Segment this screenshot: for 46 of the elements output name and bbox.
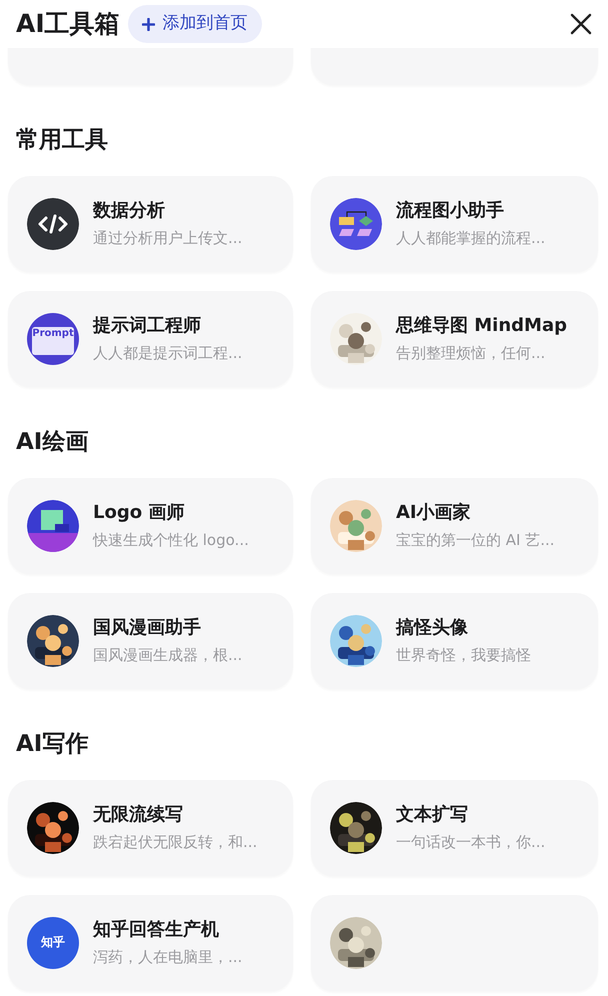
tool-name: 数据分析 xyxy=(93,199,166,223)
tool-description: 宝宝的第一位的 AI 艺... xyxy=(396,530,555,551)
tool-description: 世界奇怪，我要搞怪 xyxy=(396,645,531,666)
tool-card[interactable] xyxy=(311,895,598,991)
tool-card[interactable]: 思维导图 MindMap 告别整理烦恼，任何... xyxy=(311,291,598,387)
code-icon xyxy=(27,198,79,250)
tool-card[interactable]: 搞怪头像 世界奇怪，我要搞怪 xyxy=(311,593,598,689)
tool-card[interactable]: 流程图小助手 人人都能掌握的流程... xyxy=(311,176,598,272)
tool-description: 通过分析用户上传文... xyxy=(93,228,242,249)
tool-card[interactable]: 数据分析 通过分析用户上传文... xyxy=(8,176,293,272)
tool-card[interactable]: Logo 画师 快速生成个性化 logo... xyxy=(8,478,293,574)
tool-description: 人人都是提示词工程... xyxy=(93,343,242,364)
tool-description: 跌宕起伏无限反转，和... xyxy=(93,832,258,853)
section-title: AI写作 xyxy=(16,730,90,759)
close-icon[interactable] xyxy=(570,13,592,35)
tool-card[interactable]: 无限流续写 跌宕起伏无限反转，和... xyxy=(8,780,293,876)
flowchart-icon xyxy=(330,198,382,250)
tool-description: 告别整理烦恼，任何... xyxy=(396,343,546,364)
prompt-icon: Prompt xyxy=(27,313,79,365)
tool-name: 提示词工程师 xyxy=(93,314,202,338)
tool-name: 知乎回答生产机 xyxy=(93,918,220,942)
tool-card[interactable]: 文本扩写 一句话改一本书，你... xyxy=(311,780,598,876)
tool-name: 文本扩写 xyxy=(396,803,469,827)
tool-description: 泻药，人在电脑里，... xyxy=(93,947,242,968)
section-title: AI绘画 xyxy=(16,428,90,457)
tool-name: AI小画家 xyxy=(396,501,472,525)
tool-description: 人人都能掌握的流程... xyxy=(396,228,546,249)
tool-name: 无限流续写 xyxy=(93,803,184,827)
tool-name: 流程图小助手 xyxy=(396,199,505,223)
tool-description: 国风漫画生成器，根... xyxy=(93,645,242,666)
tool-card[interactable]: Prompt 提示词工程师 人人都是提示词工程... xyxy=(8,291,293,387)
tool-name: 国风漫画助手 xyxy=(93,616,202,640)
tool-description: 快速生成个性化 logo... xyxy=(93,530,249,551)
tool-card[interactable]: AI小画家 宝宝的第一位的 AI 艺... xyxy=(311,478,598,574)
page-title: AI工具箱 xyxy=(16,8,120,40)
add-to-home-button[interactable]: 添加到首页 xyxy=(128,5,262,43)
section-title: 常用工具 xyxy=(16,126,109,155)
tool-description: 一句话改一本书，你... xyxy=(396,832,546,853)
zhihu-icon: 知乎 xyxy=(27,917,79,969)
tool-card[interactable]: 知乎 知乎回答生产机 泻药，人在电脑里，... xyxy=(8,895,293,991)
tool-card[interactable]: 国风漫画助手 国风漫画生成器，根... xyxy=(8,593,293,689)
tool-name: Logo 画师 xyxy=(93,501,186,525)
logo-icon xyxy=(27,500,79,552)
plus-icon xyxy=(142,18,155,30)
tool-name: 搞怪头像 xyxy=(396,616,469,640)
tool-name: 思维导图 MindMap xyxy=(396,314,567,338)
